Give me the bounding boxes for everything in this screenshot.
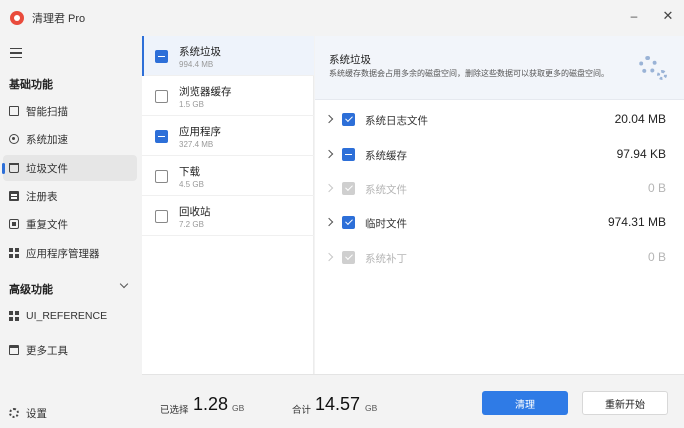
sidebar: 基础功能 智能扫描 系统加速 垃圾文件 注册表 重复文件 应用程序管理器 高级功…: [0, 36, 142, 428]
table-row[interactable]: 系统日志文件 20.04 MB: [315, 102, 684, 136]
list-item[interactable]: 回收站 7.2 GB: [142, 196, 314, 236]
hamburger-menu-icon[interactable]: [10, 48, 22, 58]
gear-small-icon: [657, 70, 667, 80]
list-item[interactable]: 浏览器缓存 1.5 GB: [142, 76, 314, 116]
app-logo-icon: [10, 11, 24, 25]
selected-unit: GB: [232, 403, 245, 413]
category-size: 4.5 GB: [179, 180, 204, 189]
sidebar-item-label: 注册表: [26, 190, 58, 203]
clean-button[interactable]: 清理: [482, 391, 568, 415]
category-name: 应用程序: [179, 126, 221, 138]
category-name: 系统垃圾: [179, 46, 221, 58]
item-name: 系统补丁: [365, 253, 407, 265]
item-size: 0 B: [647, 250, 666, 264]
category-checkbox[interactable]: [155, 50, 168, 63]
sidebar-item-app-manager[interactable]: 应用程序管理器: [3, 240, 137, 266]
grid-icon: [9, 311, 19, 321]
title-bar: 清理君 Pro: [0, 0, 684, 36]
chevron-down-icon[interactable]: [119, 279, 129, 289]
category-name: 浏览器缓存: [179, 86, 232, 98]
list-item[interactable]: 系统垃圾 994.4 MB: [142, 36, 314, 76]
minimize-button[interactable]: –: [622, 6, 646, 26]
category-checkbox[interactable]: [155, 210, 168, 223]
item-checkbox[interactable]: [342, 216, 355, 229]
list-item[interactable]: 下载 4.5 GB: [142, 156, 314, 196]
bottom-bar: 已选择 1.28 GB 合计 14.57 GB 清理 重新开始: [142, 374, 684, 428]
sidebar-item-label: 重复文件: [26, 218, 68, 231]
category-size: 7.2 GB: [179, 220, 204, 229]
item-size: 0 B: [647, 181, 666, 195]
section-basic-features: 基础功能: [9, 79, 53, 91]
gear-icon: [9, 408, 19, 418]
sidebar-item-junk-files[interactable]: 垃圾文件: [2, 155, 137, 181]
restart-button[interactable]: 重新开始: [582, 391, 668, 415]
sidebar-item-registry[interactable]: 注册表: [3, 183, 137, 209]
detail-header: 系统垃圾 系统缓存数据会占用多余的磁盘空间，删除这些数据可以获取更多的磁盘空间。: [315, 36, 684, 100]
duplicate-icon: [9, 219, 19, 229]
item-name: 临时文件: [365, 218, 407, 230]
sidebar-item-label: UI_REFERENCE: [26, 310, 108, 322]
app-title: 清理君 Pro: [32, 13, 86, 25]
item-checkbox: [342, 182, 355, 195]
item-name: 系统文件: [365, 184, 407, 196]
sidebar-item-label: 应用程序管理器: [26, 247, 100, 260]
sidebar-item-label: 更多工具: [26, 344, 68, 357]
category-size: 994.4 MB: [179, 60, 214, 69]
sidebar-item-duplicate-files[interactable]: 重复文件: [3, 211, 137, 237]
speed-icon: [9, 134, 19, 144]
sidebar-item-system-speedup[interactable]: 系统加速: [3, 126, 137, 152]
chevron-right-icon[interactable]: [324, 217, 334, 227]
category-list: 系统垃圾 994.4 MB 浏览器缓存 1.5 GB 应用程序 327.4 MB…: [142, 36, 314, 374]
section-advanced-features[interactable]: 高级功能: [9, 281, 53, 297]
category-size: 1.5 GB: [179, 100, 204, 109]
total-label: 合计: [292, 405, 312, 416]
chevron-right-icon[interactable]: [324, 149, 334, 159]
trash-icon: [9, 163, 19, 173]
category-name: 回收站: [179, 206, 211, 218]
item-checkbox[interactable]: [342, 148, 355, 161]
sidebar-item-label: 垃圾文件: [26, 162, 68, 175]
item-name: 系统日志文件: [365, 115, 428, 127]
item-size: 97.94 KB: [616, 147, 666, 161]
total-unit: GB: [365, 403, 378, 413]
table-row[interactable]: 系统缓存 97.94 KB: [315, 137, 684, 171]
scan-icon: [9, 106, 19, 116]
sidebar-item-label: 设置: [26, 407, 47, 420]
sidebar-item-smart-scan[interactable]: 智能扫描: [3, 98, 137, 124]
gears-icon: [639, 56, 657, 74]
tools-icon: [9, 345, 19, 355]
item-size: 974.31 MB: [607, 215, 666, 229]
item-checkbox: [342, 251, 355, 264]
item-checkbox[interactable]: [342, 113, 355, 126]
detail-panel: 系统垃圾 系统缓存数据会占用多余的磁盘空间，删除这些数据可以获取更多的磁盘空间。…: [315, 36, 684, 374]
sidebar-item-more-tools[interactable]: 更多工具: [3, 337, 137, 363]
category-name: 下载: [179, 166, 200, 178]
category-size: 327.4 MB: [179, 140, 214, 149]
total-value: 14.57: [315, 394, 361, 414]
category-checkbox[interactable]: [155, 130, 168, 143]
table-row: 系统补丁 0 B: [315, 240, 684, 274]
table-row[interactable]: 临时文件 974.31 MB: [315, 205, 684, 239]
item-size: 20.04 MB: [614, 112, 666, 126]
chevron-right-icon: [324, 252, 334, 262]
list-item[interactable]: 应用程序 327.4 MB: [142, 116, 314, 156]
category-checkbox[interactable]: [155, 170, 168, 183]
chevron-right-icon: [324, 183, 334, 193]
table-row: 系统文件 0 B: [315, 171, 684, 205]
sidebar-item-label: 系统加速: [26, 133, 68, 146]
sidebar-item-label: 智能扫描: [26, 105, 68, 118]
sidebar-item-ui-reference[interactable]: UI_REFERENCE: [3, 303, 137, 329]
category-checkbox[interactable]: [155, 90, 168, 103]
item-name: 系统缓存: [365, 150, 407, 162]
selected-label: 已选择: [160, 405, 189, 416]
detail-description: 系统缓存数据会占用多余的磁盘空间，删除这些数据可以获取更多的磁盘空间。: [329, 69, 609, 78]
sidebar-item-settings[interactable]: 设置: [3, 400, 137, 426]
close-button[interactable]: ✕: [656, 6, 680, 26]
grid-icon: [9, 248, 19, 258]
detail-title: 系统垃圾: [329, 54, 371, 66]
selected-value: 1.28: [193, 394, 229, 414]
registry-icon: [9, 191, 19, 201]
chevron-right-icon[interactable]: [324, 114, 334, 124]
